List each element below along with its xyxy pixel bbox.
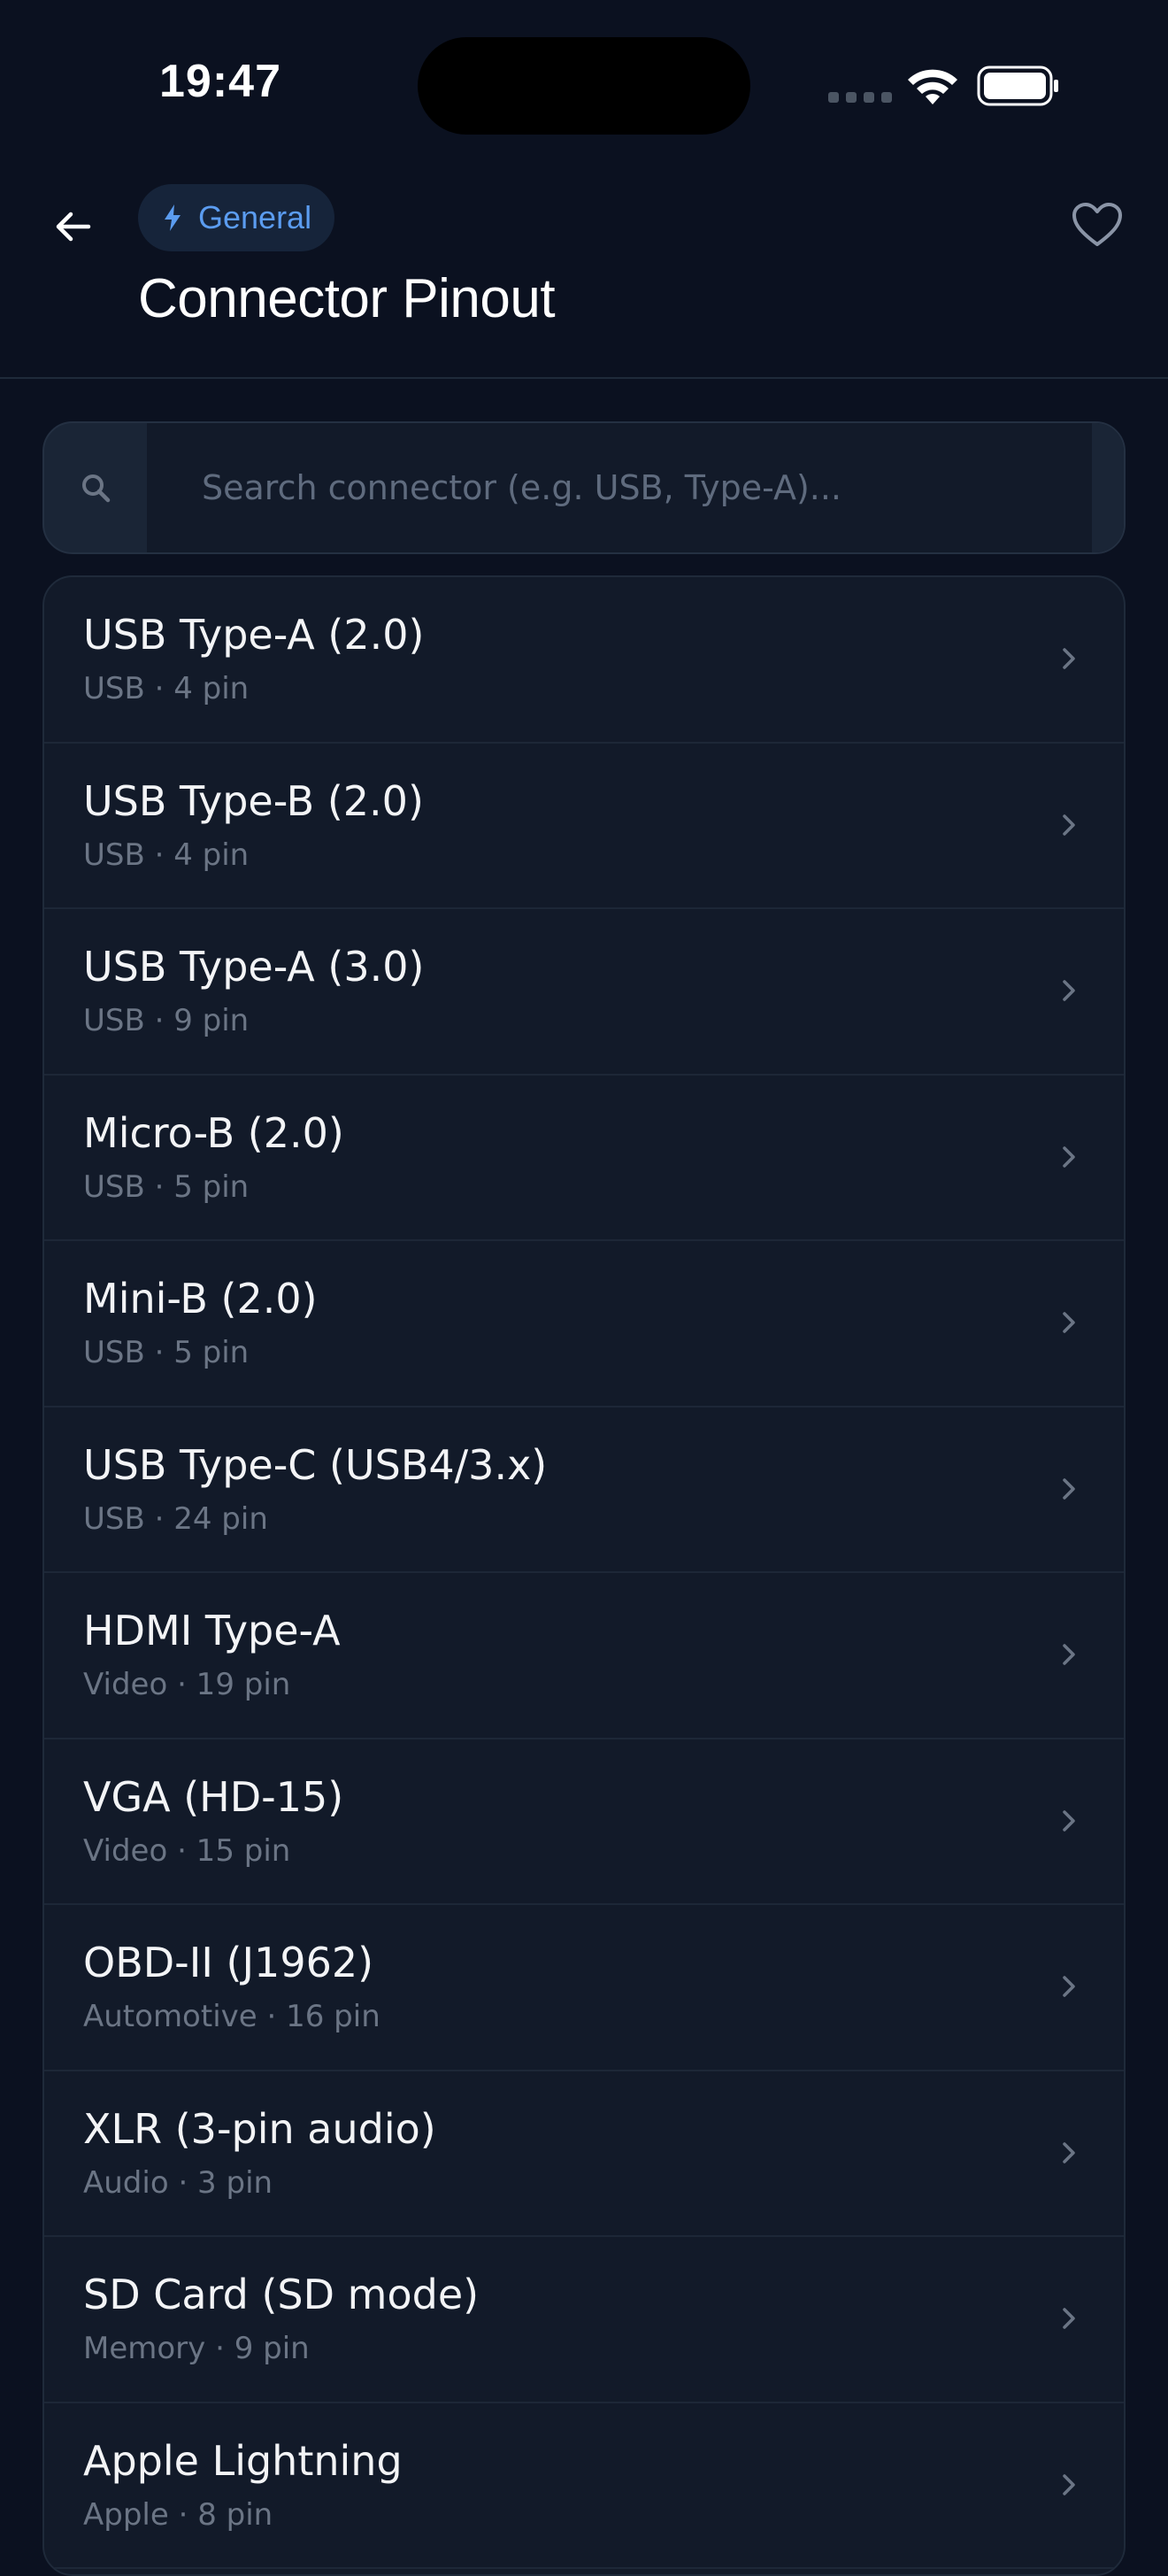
category-chip[interactable]: General: [138, 184, 335, 251]
connector-name: USB Type-A (3.0): [83, 943, 425, 991]
favorite-button[interactable]: [1062, 189, 1133, 260]
chevron-right-icon: [1063, 1312, 1075, 1333]
connector-name: XLR (3-pin audio): [83, 2104, 436, 2153]
arrow-left-icon: [56, 212, 91, 242]
chevron-right-icon: [1063, 1145, 1075, 1168]
connector-name: VGA (HD-15): [83, 1772, 344, 1821]
chevron-right-icon: [1063, 2473, 1075, 2495]
list-item[interactable]: SD Card (SD mode) Memory · 9 pin: [44, 2237, 1124, 2403]
connector-name: USB Type-A (2.0): [83, 611, 425, 659]
chevron-right-icon: [1063, 980, 1075, 1001]
search-box-edge: [1092, 423, 1124, 552]
chevron-right-icon: [1063, 1477, 1075, 1500]
connector-name: USB Type-B (2.0): [83, 776, 424, 825]
chevron-right-icon: [1063, 1809, 1075, 1832]
connector-meta: USB · 4 pin: [83, 671, 250, 706]
wifi-icon: [908, 69, 957, 104]
list-item[interactable]: Micro-B (2.0) USB · 5 pin: [44, 1076, 1124, 1241]
connector-name: USB Type-C (USB4/3.x): [83, 1440, 548, 1489]
dynamic-island: [418, 37, 750, 135]
connector-meta: Audio · 3 pin: [83, 2164, 273, 2201]
category-label: General: [198, 199, 312, 235]
chevron-right-icon: [1063, 648, 1075, 669]
chevron-right-icon: [1063, 2141, 1075, 2163]
list-item[interactable]: XLR (3-pin audio) Audio · 3 pin: [44, 2071, 1124, 2237]
connector-list: USB Type-A (2.0) USB · 4 pin USB Type-B …: [42, 575, 1126, 2576]
connector-name: HDMI Type-A: [83, 1607, 341, 1654]
connector-meta: Memory · 9 pin: [83, 2331, 310, 2366]
list-item[interactable]: Mini-B (2.0) USB · 5 pin: [44, 1241, 1124, 1408]
lightning-bolt-icon: [165, 204, 181, 231]
chevron-right-icon: [1063, 1644, 1075, 1665]
cellular-signal-icon: [828, 92, 892, 103]
list-item[interactable]: Apple Lightning Apple · 8 pin: [44, 2403, 1124, 2569]
page-header: General Connector Pinout: [0, 168, 1168, 379]
list-item[interactable]: USB Type-A (2.0) USB · 4 pin: [44, 577, 1124, 744]
search-box: [42, 421, 1126, 554]
connector-name: SD Card (SD mode): [83, 2271, 480, 2318]
connector-meta: USB · 5 pin: [83, 1168, 250, 1205]
connector-meta: Apple · 8 pin: [83, 2496, 273, 2533]
connector-meta: USB · 9 pin: [83, 1003, 250, 1038]
chevron-right-icon: [1063, 1976, 1075, 1997]
list-item[interactable]: VGA (HD-15) Video · 15 pin: [44, 1739, 1124, 1905]
list-item[interactable]: USB Type-C (USB4/3.x) USB · 24 pin: [44, 1408, 1124, 1573]
chevron-right-icon: [1063, 2308, 1075, 2329]
connector-meta: Automotive · 16 pin: [83, 1999, 380, 2034]
connector-name: Micro-B (2.0): [83, 1108, 344, 1157]
page-title: Connector Pinout: [138, 268, 556, 329]
status-bar: 19:47: [0, 0, 1168, 168]
connector-meta: Video · 15 pin: [83, 1832, 291, 1869]
search-icon: [82, 474, 111, 503]
connector-meta: USB · 24 pin: [83, 1500, 268, 1537]
search-input[interactable]: [147, 423, 1124, 552]
connector-name: Apple Lightning: [83, 2436, 403, 2485]
connector-meta: USB · 4 pin: [83, 837, 250, 873]
search-icon-container: [44, 423, 147, 552]
chevron-right-icon: [1063, 814, 1075, 836]
list-item[interactable]: OBD-II (J1962) Automotive · 16 pin: [44, 1905, 1124, 2071]
connector-name: Mini-B (2.0): [83, 1275, 318, 1323]
connector-name: OBD-II (J1962): [83, 1939, 374, 1986]
list-item[interactable]: HDMI Type-A Video · 19 pin: [44, 1573, 1124, 1739]
list-item[interactable]: USB Type-A (3.0) USB · 9 pin: [44, 909, 1124, 1076]
back-button[interactable]: [39, 193, 106, 260]
heart-icon: [1072, 203, 1122, 246]
list-item[interactable]: USB Type-B (2.0) USB · 4 pin: [44, 744, 1124, 909]
status-time: 19:47: [159, 56, 281, 107]
connector-meta: USB · 5 pin: [83, 1335, 250, 1370]
connector-meta: Video · 19 pin: [83, 1667, 291, 1702]
battery-icon: [977, 66, 1058, 106]
